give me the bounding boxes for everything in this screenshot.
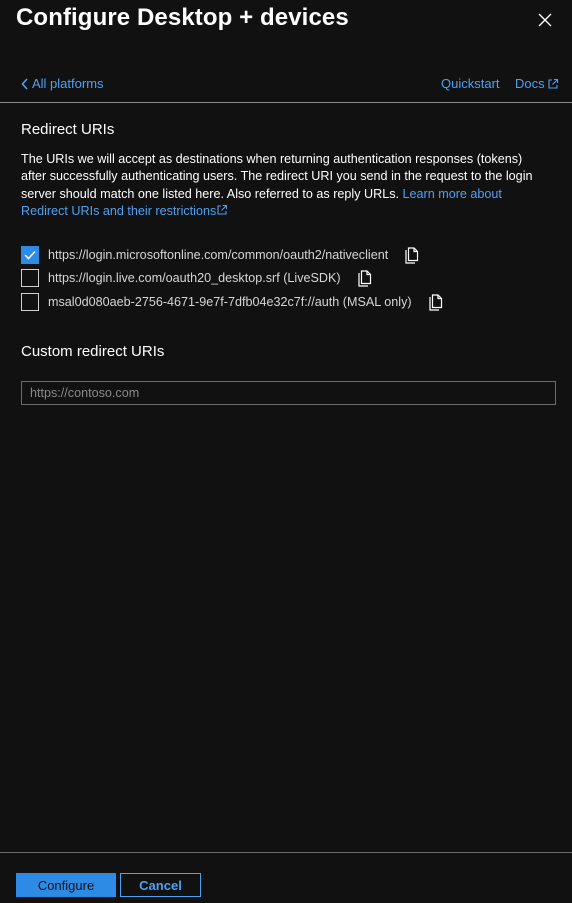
custom-redirect-uris-heading: Custom redirect URIs bbox=[21, 343, 165, 360]
redirect-uris-heading: Redirect URIs bbox=[21, 121, 115, 138]
footer-divider bbox=[0, 852, 572, 853]
chevron-left-icon bbox=[21, 77, 28, 90]
copy-icon bbox=[429, 293, 442, 311]
page-title: Configure Desktop + devices bbox=[16, 4, 349, 31]
external-link-icon bbox=[217, 205, 228, 215]
checkmark-icon bbox=[24, 250, 36, 260]
custom-redirect-uri-input[interactable] bbox=[21, 381, 556, 405]
configure-panel: Configure Desktop + devices All platform… bbox=[0, 0, 572, 903]
all-platforms-link[interactable]: All platforms bbox=[21, 76, 104, 91]
docs-label: Docs bbox=[515, 76, 545, 91]
close-icon bbox=[538, 13, 552, 27]
redirect-uri-checkbox[interactable] bbox=[21, 293, 39, 311]
redirect-uri-text: https://login.microsoftonline.com/common… bbox=[48, 248, 389, 262]
redirect-uris-description: The URIs we will accept as destinations … bbox=[21, 151, 541, 221]
redirect-uri-text: https://login.live.com/oauth20_desktop.s… bbox=[48, 271, 341, 285]
external-link-icon bbox=[548, 78, 558, 89]
close-button[interactable] bbox=[536, 11, 554, 29]
cancel-button[interactable]: Cancel bbox=[120, 873, 201, 897]
docs-link[interactable]: Docs bbox=[515, 76, 559, 91]
configure-button[interactable]: Configure bbox=[16, 873, 116, 897]
copy-button[interactable] bbox=[357, 269, 373, 287]
nav-bar: All platforms Quickstart Docs bbox=[0, 74, 572, 96]
all-platforms-label: All platforms bbox=[32, 76, 104, 91]
redirect-uri-row: https://login.live.com/oauth20_desktop.s… bbox=[21, 268, 373, 288]
copy-icon bbox=[358, 269, 371, 287]
quickstart-link[interactable]: Quickstart bbox=[441, 76, 500, 91]
copy-icon bbox=[405, 246, 419, 264]
copy-button[interactable] bbox=[404, 246, 420, 264]
header-divider bbox=[0, 102, 572, 103]
redirect-uri-checkbox[interactable] bbox=[21, 246, 39, 264]
redirect-uri-checkbox[interactable] bbox=[21, 269, 39, 287]
redirect-uri-text: msal0d080aeb-2756-4671-9e7f-7dfb04e32c7f… bbox=[48, 295, 412, 309]
copy-button[interactable] bbox=[428, 293, 444, 311]
redirect-uri-row: https://login.microsoftonline.com/common… bbox=[21, 245, 420, 265]
redirect-uri-row: msal0d080aeb-2756-4671-9e7f-7dfb04e32c7f… bbox=[21, 292, 444, 312]
